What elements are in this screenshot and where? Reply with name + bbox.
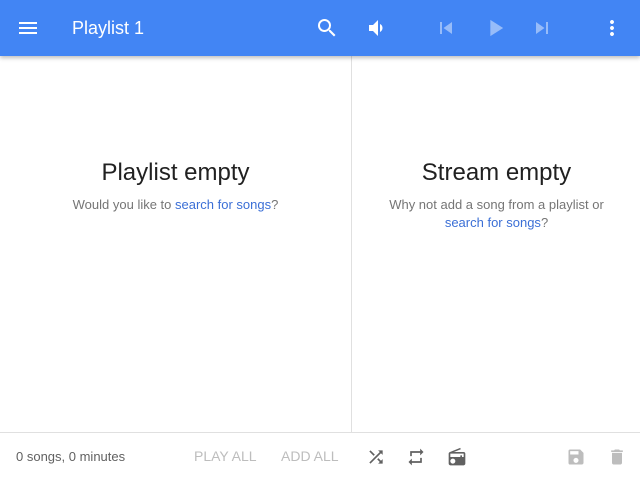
shuffle-icon xyxy=(369,450,383,464)
radio-button[interactable] xyxy=(445,445,469,469)
menu-icon xyxy=(19,22,37,34)
stream-panel: Stream empty Why not add a song from a p… xyxy=(353,56,640,432)
top-app-bar: Playlist 1 xyxy=(0,0,640,56)
play-button[interactable] xyxy=(475,8,515,48)
repeat-button[interactable] xyxy=(404,445,428,469)
volume-icon xyxy=(369,20,383,36)
playlist-panel: Playlist empty Would you like to search … xyxy=(0,56,352,432)
delete-button[interactable] xyxy=(605,445,629,469)
stream-search-link[interactable]: search for songs xyxy=(445,215,541,230)
page-title: Playlist 1 xyxy=(72,18,145,38)
delete-icon xyxy=(611,449,623,465)
search-button[interactable] xyxy=(307,8,347,48)
skip-next-icon xyxy=(536,22,548,34)
volume-button[interactable] xyxy=(356,8,396,48)
app: Playlist 1 Playlist empty Would you like… xyxy=(0,0,640,480)
playlist-empty-message: Would you like to search for songs? xyxy=(0,196,351,214)
stream-empty-text-end: ? xyxy=(540,215,549,230)
previous-track-button[interactable] xyxy=(426,8,466,48)
next-track-button[interactable] xyxy=(522,8,562,48)
playlist-empty-text: Would you like to xyxy=(72,197,176,212)
play-icon xyxy=(490,19,504,37)
add-all-button[interactable]: ADD ALL xyxy=(281,448,339,464)
stream-empty-text: Why not add a song from a playlist or xyxy=(389,197,604,212)
more-vert-icon xyxy=(610,20,614,36)
more-options-button[interactable] xyxy=(592,8,632,48)
stream-empty-message: Why not add a song from a playlist or se… xyxy=(353,196,640,232)
shuffle-button[interactable] xyxy=(364,445,388,469)
song-count: 0 songs, 0 minutes xyxy=(16,449,126,464)
skip-previous-icon xyxy=(440,22,452,34)
playlist-empty-title: Playlist empty xyxy=(101,159,250,186)
stream-empty-title: Stream empty xyxy=(421,159,572,186)
play-all-button[interactable]: PLAY ALL xyxy=(194,448,257,464)
save-icon xyxy=(568,449,584,465)
search-icon xyxy=(318,19,336,37)
radio-icon xyxy=(448,447,466,466)
menu-button[interactable] xyxy=(8,8,48,48)
save-button[interactable] xyxy=(564,445,588,469)
bottom-toolbar: 0 songs, 0 minutes PLAY ALL ADD ALL xyxy=(0,432,640,480)
playlist-empty-text-end: ? xyxy=(271,197,279,212)
repeat-icon xyxy=(408,448,424,466)
playlist-search-link[interactable]: search for songs xyxy=(175,197,271,212)
